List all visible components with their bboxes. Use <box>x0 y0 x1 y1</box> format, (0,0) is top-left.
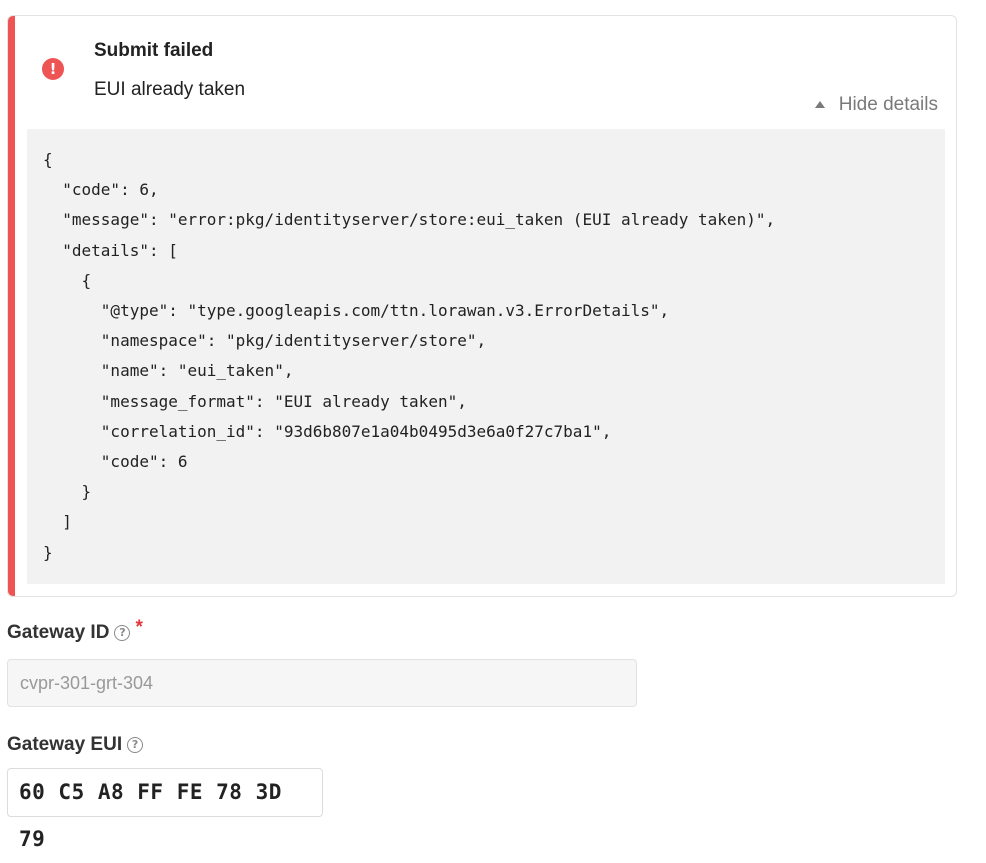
caret-up-icon <box>814 100 825 108</box>
required-marker: * <box>135 617 143 638</box>
error-message: EUI already taken <box>94 79 246 100</box>
hide-details-label: Hide details <box>838 94 938 115</box>
hide-details-button[interactable]: Hide details <box>814 94 938 116</box>
question-circle-icon[interactable]: ? <box>114 625 131 641</box>
gateway-id-input[interactable]: cvpr-301-grt-304 <box>7 659 637 707</box>
question-circle-icon[interactable]: ? <box>127 737 144 753</box>
error-title: Submit failed <box>94 40 214 61</box>
error-notification: ! Submit failed EUI already taken Hide d… <box>7 15 957 597</box>
exclamation-circle-icon: ! <box>42 58 64 80</box>
gateway-eui-label: Gateway EUI ? <box>7 734 144 756</box>
gateway-id-label-text: Gateway ID <box>7 622 110 643</box>
error-details-code: { "code": 6, "message": "error:pkg/ident… <box>27 129 945 584</box>
error-accent-bar <box>8 16 15 596</box>
gateway-id-label: Gateway ID ? * <box>7 617 143 644</box>
gateway-eui-input[interactable]: 60 C5 A8 FF FE 78 3D 79 <box>7 768 323 851</box>
gateway-eui-label-text: Gateway EUI <box>7 734 123 755</box>
